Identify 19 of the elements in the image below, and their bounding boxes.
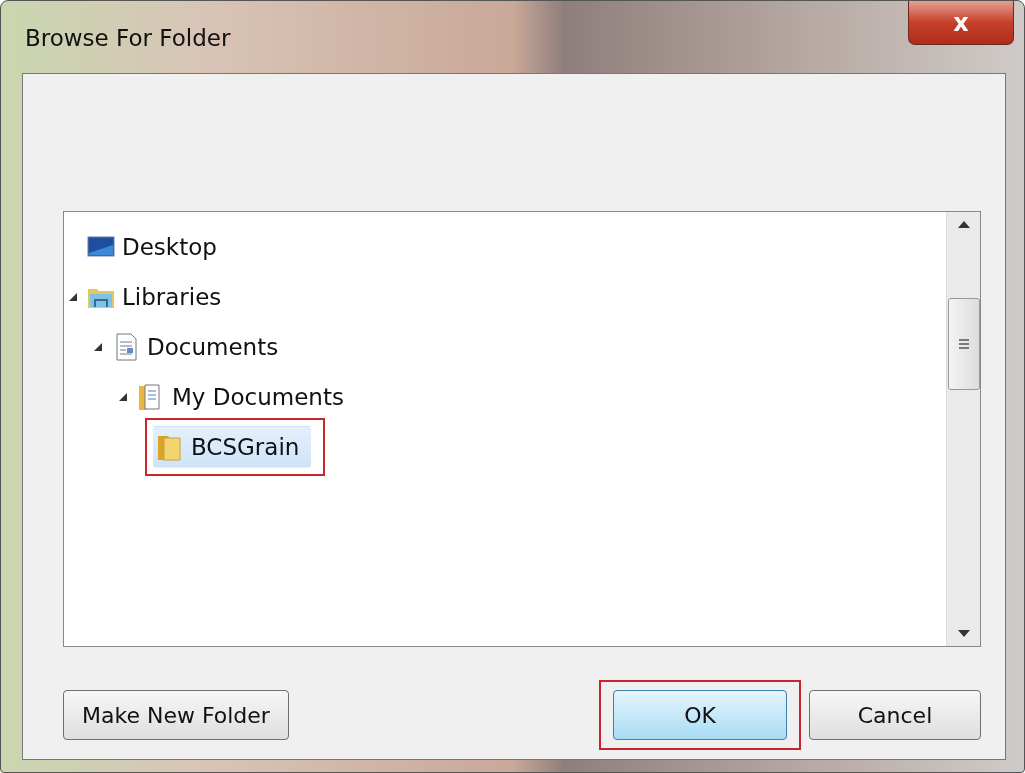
- grip-icon: [957, 338, 970, 350]
- tree-item[interactable]: Libraries: [84, 275, 234, 319]
- expanded-arrow-icon[interactable]: [68, 292, 78, 302]
- expanded-arrow-icon[interactable]: [118, 392, 128, 402]
- tree-item[interactable]: My Documents: [134, 375, 356, 419]
- close-button[interactable]: x: [908, 1, 1014, 45]
- scroll-thumb[interactable]: [947, 298, 980, 390]
- scrollbar[interactable]: [946, 212, 980, 646]
- window-title: Browse For Folder: [25, 24, 231, 53]
- dialog-button[interactable]: Make New Folder: [63, 690, 289, 740]
- tree-item[interactable]: BCSGrain: [153, 425, 312, 469]
- scroll-up-icon[interactable]: [957, 220, 970, 228]
- dialog-button[interactable]: OK: [613, 690, 787, 740]
- tree-item[interactable]: Desktop: [84, 225, 229, 269]
- folder-icon: [156, 433, 184, 461]
- expanded-arrow-icon[interactable]: [93, 342, 103, 352]
- tree-item[interactable]: Documents: [109, 325, 291, 369]
- dialog-button[interactable]: Cancel: [809, 690, 981, 740]
- scroll-down-icon[interactable]: [957, 630, 970, 638]
